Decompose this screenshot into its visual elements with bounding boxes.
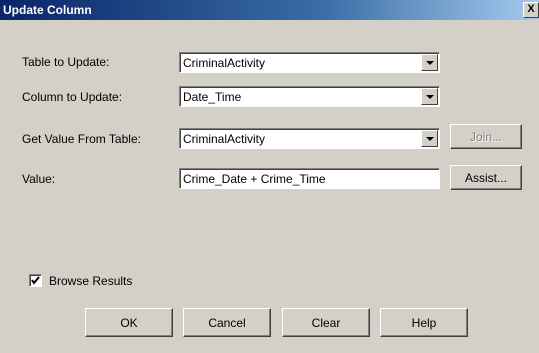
assist-button-label: Assist...: [464, 171, 507, 185]
close-button[interactable]: X: [523, 2, 539, 18]
chevron-down-icon[interactable]: [421, 130, 438, 147]
column-to-update-label: Column to Update:: [22, 90, 123, 104]
checkmark-icon: [31, 276, 40, 285]
browse-results-checkbox[interactable]: [29, 274, 42, 287]
clear-button[interactable]: Clear: [282, 308, 370, 337]
get-value-from-table-value: CriminalActivity: [183, 132, 266, 146]
cancel-button-label: Cancel: [208, 316, 246, 330]
ok-button[interactable]: OK: [85, 308, 173, 337]
help-button[interactable]: Help: [380, 308, 468, 337]
help-button-label: Help: [411, 316, 437, 330]
chevron-down-icon[interactable]: [421, 54, 438, 71]
get-value-from-table-dropdown[interactable]: CriminalActivity: [179, 128, 440, 149]
table-to-update-value: CriminalActivity: [183, 56, 266, 70]
chevron-down-icon[interactable]: [421, 88, 438, 105]
ok-button-label: OK: [120, 316, 138, 330]
clear-button-label: Clear: [311, 316, 341, 330]
update-column-dialog: Update Column X Table to Update: Crimina…: [0, 0, 539, 353]
value-field-text: Crime_Date + Crime_Time: [183, 172, 326, 186]
dialog-title: Update Column: [3, 3, 92, 17]
cancel-button[interactable]: Cancel: [183, 308, 271, 337]
browse-results-label: Browse Results: [49, 274, 133, 288]
join-button[interactable]: Join...: [450, 124, 522, 149]
column-to-update-value: Date_Time: [183, 90, 242, 104]
title-bar[interactable]: Update Column X: [0, 0, 539, 20]
join-button-label: Join...: [469, 130, 502, 144]
value-field[interactable]: Crime_Date + Crime_Time: [179, 168, 440, 189]
table-to-update-dropdown[interactable]: CriminalActivity: [179, 52, 440, 73]
table-to-update-label: Table to Update:: [22, 55, 110, 69]
assist-button[interactable]: Assist...: [450, 165, 522, 190]
get-value-from-table-label: Get Value From Table:: [22, 132, 141, 146]
value-label: Value:: [22, 172, 56, 186]
column-to-update-dropdown[interactable]: Date_Time: [179, 86, 440, 107]
